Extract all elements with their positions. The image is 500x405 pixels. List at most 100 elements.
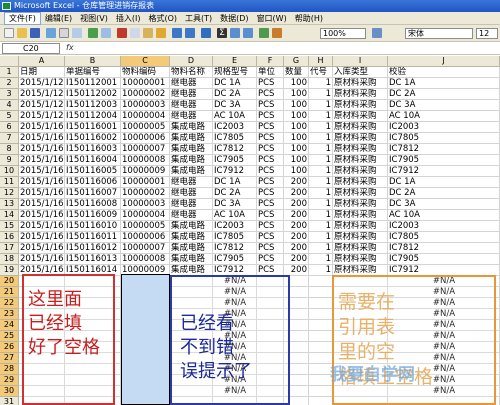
table-cell[interactable]: 2015/1/16 xyxy=(19,243,65,254)
table-cell[interactable]: 1 xyxy=(309,166,333,177)
table-cell[interactable]: 100 xyxy=(284,133,309,144)
table-cell[interactable]: 集成电路 xyxy=(170,232,213,243)
table-cell[interactable]: 10000006 xyxy=(121,133,170,144)
table-cell[interactable]: 10000003 xyxy=(121,100,170,111)
row-header[interactable]: 6 xyxy=(0,122,19,133)
table-cell[interactable]: 继电器 xyxy=(170,210,213,221)
table-cell[interactable]: PCS xyxy=(257,232,284,243)
table-cell[interactable]: 原材料采购 xyxy=(333,78,388,89)
selected-range-c20[interactable] xyxy=(121,274,170,405)
select-all-corner[interactable] xyxy=(0,56,19,67)
table-cell[interactable] xyxy=(309,287,333,298)
menu-view[interactable]: 视图(V) xyxy=(76,12,112,25)
table-cell[interactable]: 原材料采购 xyxy=(333,232,388,243)
table-cell[interactable]: PCS xyxy=(257,188,284,199)
table-cell[interactable]: PCS xyxy=(257,210,284,221)
copy-icon[interactable] xyxy=(130,28,140,38)
row-header[interactable]: 21 xyxy=(0,287,19,298)
header-cell[interactable]: 校验 xyxy=(388,67,500,78)
table-cell[interactable]: PCS xyxy=(257,133,284,144)
table-cell[interactable]: PCS xyxy=(257,155,284,166)
table-cell[interactable]: AC 10A xyxy=(213,210,257,221)
header-cell[interactable]: 物料编码 xyxy=(121,67,170,78)
table-cell[interactable]: 200 xyxy=(284,243,309,254)
font-select[interactable]: 宋体 xyxy=(405,28,473,39)
table-cell[interactable]: DC 3A xyxy=(388,100,500,111)
table-cell[interactable] xyxy=(309,320,333,331)
row-header[interactable]: 9 xyxy=(0,155,19,166)
table-cell[interactable]: 10000002 xyxy=(121,188,170,199)
table-cell[interactable]: 继电器 xyxy=(170,78,213,89)
row-header[interactable]: 10 xyxy=(0,166,19,177)
table-cell[interactable]: DC 2A xyxy=(388,89,500,100)
table-cell[interactable]: AC 10A xyxy=(388,111,500,122)
zoom-select[interactable]: 100% xyxy=(320,28,366,39)
row-header[interactable]: 18 xyxy=(0,254,19,265)
table-cell[interactable]: IC7805 xyxy=(388,232,500,243)
table-cell[interactable]: I150116003 xyxy=(65,144,121,155)
table-cell[interactable]: 2015/1/12 xyxy=(19,89,65,100)
table-cell[interactable]: IC7912 xyxy=(213,166,257,177)
table-cell[interactable]: 1 xyxy=(309,243,333,254)
table-cell[interactable]: 200 xyxy=(284,188,309,199)
menu-data[interactable]: 数据(D) xyxy=(216,12,252,25)
table-cell[interactable]: IC7805 xyxy=(213,133,257,144)
table-cell[interactable]: 原材料采购 xyxy=(333,133,388,144)
table-cell[interactable]: PCS xyxy=(257,254,284,265)
column-header-b[interactable]: B xyxy=(65,56,121,67)
table-cell[interactable]: 2015/1/16 xyxy=(19,166,65,177)
table-cell[interactable]: 原材料采购 xyxy=(333,221,388,232)
column-header-c[interactable]: C xyxy=(121,56,170,67)
table-cell[interactable]: 10000008 xyxy=(121,254,170,265)
table-cell[interactable]: 10000005 xyxy=(121,122,170,133)
table-cell[interactable]: 2015/1/12 xyxy=(19,111,65,122)
table-cell[interactable]: 继电器 xyxy=(170,177,213,188)
table-cell[interactable]: I150116002 xyxy=(65,133,121,144)
table-cell[interactable]: 100 xyxy=(284,144,309,155)
table-cell[interactable]: IC7805 xyxy=(388,133,500,144)
header-cell[interactable]: 代号 xyxy=(309,67,333,78)
table-cell[interactable]: IC7812 xyxy=(213,144,257,155)
row-header[interactable]: 14 xyxy=(0,210,19,221)
menu-insert[interactable]: 插入(I) xyxy=(112,12,145,25)
table-cell[interactable]: I150116006 xyxy=(65,177,121,188)
row-header[interactable]: 26 xyxy=(0,342,19,353)
row-header[interactable]: 28 xyxy=(0,364,19,375)
row-header[interactable]: 22 xyxy=(0,298,19,309)
research-icon[interactable] xyxy=(101,28,111,38)
row-header[interactable]: 29 xyxy=(0,375,19,386)
column-header-g[interactable]: G xyxy=(284,56,309,67)
table-cell[interactable]: 100 xyxy=(284,111,309,122)
table-cell[interactable]: IC7812 xyxy=(213,243,257,254)
table-cell[interactable]: AC 10A xyxy=(213,111,257,122)
table-cell[interactable]: 10000001 xyxy=(121,78,170,89)
table-cell[interactable]: 原材料采购 xyxy=(333,100,388,111)
table-cell[interactable]: 原材料采购 xyxy=(333,89,388,100)
table-cell[interactable]: 2015/1/12 xyxy=(19,78,65,89)
table-cell[interactable]: 200 xyxy=(284,177,309,188)
fx-label[interactable]: fx xyxy=(66,43,74,52)
table-cell[interactable]: 10000005 xyxy=(121,221,170,232)
table-cell[interactable] xyxy=(309,386,333,397)
table-cell[interactable]: PCS xyxy=(257,166,284,177)
table-cell[interactable] xyxy=(309,342,333,353)
table-cell[interactable]: DC 3A xyxy=(388,199,500,210)
table-cell[interactable]: I150116005 xyxy=(65,166,121,177)
table-cell[interactable]: 10000001 xyxy=(121,177,170,188)
table-cell[interactable] xyxy=(309,397,333,405)
table-cell[interactable]: 继电器 xyxy=(170,111,213,122)
row-header[interactable]: 17 xyxy=(0,243,19,254)
table-cell[interactable]: 集成电路 xyxy=(170,155,213,166)
table-cell[interactable]: 2015/1/16 xyxy=(19,232,65,243)
table-cell[interactable]: IC7905 xyxy=(213,254,257,265)
table-cell[interactable]: 200 xyxy=(284,254,309,265)
header-cell[interactable]: 单位 xyxy=(257,67,284,78)
table-cell[interactable]: IC7905 xyxy=(388,254,500,265)
table-cell[interactable]: I150116008 xyxy=(65,199,121,210)
table-cell[interactable]: 2015/1/16 xyxy=(19,144,65,155)
table-cell[interactable]: 原材料采购 xyxy=(333,177,388,188)
table-cell[interactable]: 100 xyxy=(284,155,309,166)
table-cell[interactable]: IC7812 xyxy=(388,243,500,254)
table-cell[interactable]: PCS xyxy=(257,89,284,100)
row-header[interactable]: 4 xyxy=(0,100,19,111)
